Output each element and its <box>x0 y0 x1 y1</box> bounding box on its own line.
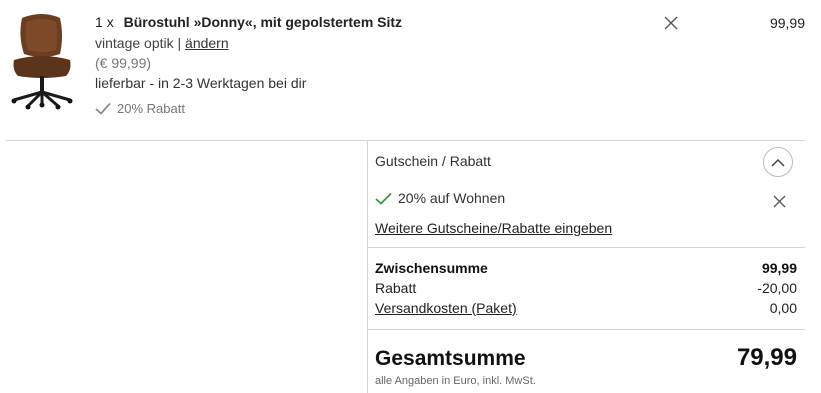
delivery-info: lieferbar - in 2-3 Werktagen bei dir <box>95 75 307 91</box>
shipping-row: Versandkosten (Paket) 0,00 <box>375 300 797 316</box>
item-multiply: x <box>106 14 114 30</box>
line-price: 99,99 <box>769 15 805 31</box>
item-title: 1 x Bürostuhl »Donny«, mit gepolstertem … <box>95 14 402 30</box>
subtotal-value: 99,99 <box>761 260 797 276</box>
vat-note: alle Angaben in Euro, inkl. MwSt. <box>375 375 536 387</box>
remove-coupon-close-icon[interactable] <box>773 195 786 208</box>
shipping-value: 0,00 <box>769 300 797 316</box>
more-coupons-link[interactable]: Weitere Gutscheine/Rabatte eingeben <box>375 220 612 236</box>
variant-separator: | <box>177 35 182 51</box>
change-variant-link[interactable]: ändern <box>185 35 229 51</box>
shipping-link[interactable]: Versandkosten (Paket) <box>375 300 517 316</box>
total-label: Gesamtsumme <box>375 347 526 370</box>
item-discount: 20% Rabatt <box>95 101 185 116</box>
applied-coupon: 20% auf Wohnen <box>375 190 505 206</box>
item-quantity: 1 <box>95 14 103 30</box>
checkmark-icon <box>95 102 111 115</box>
divider <box>367 247 805 248</box>
discount-row: Rabatt -20,00 <box>375 280 797 296</box>
order-summary: Gutschein / Rabatt 20% auf Wohnen Weiter… <box>367 141 805 393</box>
total-value: 79,99 <box>736 344 797 371</box>
applied-coupon-label: 20% auf Wohnen <box>398 190 506 206</box>
unit-price: (€ 99,99) <box>95 55 152 71</box>
discount-value: -20,00 <box>757 280 797 296</box>
product-image[interactable] <box>8 10 80 110</box>
subtotal-label: Zwischensumme <box>375 260 488 276</box>
remove-item-close-icon[interactable] <box>663 15 679 31</box>
subtotal-row: Zwischensumme 99,99 <box>375 260 797 276</box>
summary-border <box>367 141 368 393</box>
chevron-up-icon <box>771 158 785 167</box>
item-name[interactable]: Bürostuhl »Donny«, mit gepolstertem Sitz <box>124 14 402 30</box>
coupon-section-title: Gutschein / Rabatt <box>375 153 491 169</box>
item-discount-label: 20% Rabatt <box>117 101 185 116</box>
total-row: Gesamtsumme 79,99 <box>375 344 797 372</box>
coupon-toggle-button[interactable] <box>763 147 793 177</box>
discount-label: Rabatt <box>375 280 417 296</box>
item-variant-row: vintage optik | ändern <box>95 35 229 51</box>
item-variant: vintage optik <box>95 35 174 51</box>
checkmark-icon <box>375 192 392 205</box>
divider <box>367 329 805 330</box>
